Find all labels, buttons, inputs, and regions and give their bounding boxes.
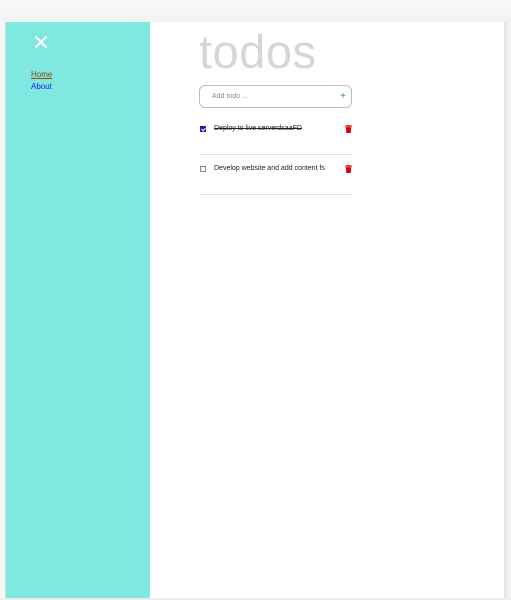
sidebar: Home About [6, 22, 150, 598]
close-icon[interactable] [32, 33, 50, 51]
trash-icon[interactable] [345, 165, 352, 173]
add-todo-form: + [199, 85, 352, 108]
todo-text: Deploy to live serverdsaaFD [214, 125, 302, 132]
trash-icon[interactable] [345, 125, 352, 133]
todo-text: Develop website and add content fs [214, 165, 325, 172]
app-frame: Home About todos + Deploy to live server… [5, 22, 505, 598]
window-right-edge [505, 22, 511, 600]
todo-list: Deploy to live serverdsaaFD Develop webs… [199, 115, 353, 195]
todo-item: Deploy to live serverdsaaFD [199, 115, 353, 155]
page-title: todos [199, 25, 317, 78]
window-top-strip [0, 0, 511, 22]
todo-item: Develop website and add content fs [199, 155, 353, 195]
plus-icon[interactable]: + [340, 90, 346, 103]
nav-link-about[interactable]: About [31, 81, 52, 93]
add-todo-input[interactable] [212, 90, 332, 103]
todo-checkbox[interactable] [200, 126, 206, 132]
sidebar-nav: Home About [31, 69, 52, 93]
nav-link-home[interactable]: Home [31, 69, 52, 81]
todo-checkbox[interactable] [200, 166, 206, 172]
